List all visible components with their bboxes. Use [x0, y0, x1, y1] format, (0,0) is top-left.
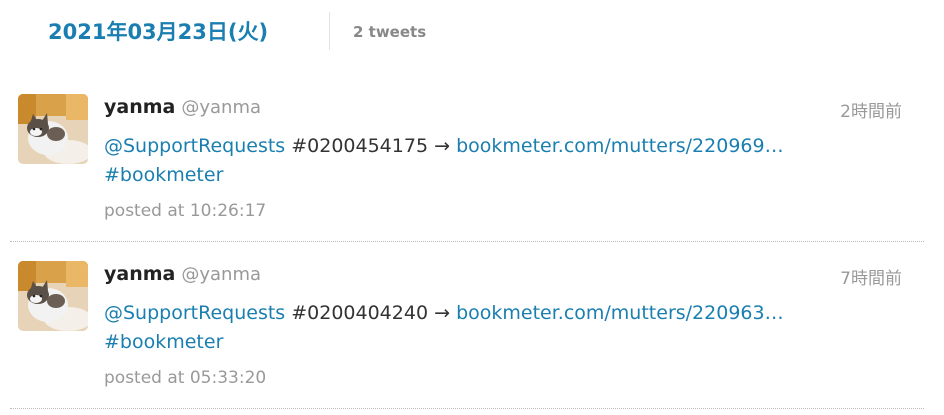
arrow-text: → — [434, 302, 451, 324]
tweet-item: yanma @yanma 7時間前 @SupportRequests #02004… — [10, 259, 924, 409]
tweet-item: yanma @yanma 2時間前 @SupportRequests #02004… — [10, 92, 924, 242]
cat-avatar-icon[interactable] — [18, 261, 88, 331]
screen-name[interactable]: @yanma — [181, 264, 261, 285]
day-date-link[interactable]: 2021年03月23日(火) — [48, 16, 268, 46]
relative-time-link[interactable]: 7時間前 — [840, 264, 902, 289]
request-number: #0200454175 — [291, 135, 429, 157]
tweet-author: yanma @yanma — [104, 96, 261, 118]
posted-time: posted at 10:26:17 — [104, 201, 267, 221]
hashtag-link[interactable]: #bookmeter — [104, 164, 223, 186]
tweet-divider — [10, 241, 924, 242]
user-name[interactable]: yanma — [104, 96, 175, 118]
tweet-divider — [10, 408, 924, 409]
posted-time: posted at 05:33:20 — [104, 368, 267, 388]
tweet-body-line: #bookmeter — [104, 330, 223, 354]
screen-name[interactable]: @yanma — [181, 97, 261, 118]
user-name[interactable]: yanma — [104, 263, 175, 285]
tweet-author: yanma @yanma — [104, 263, 261, 285]
tweet-body-line: @SupportRequests #0200404240 → bookmeter… — [104, 301, 784, 325]
mention-link[interactable]: @SupportRequests — [104, 302, 285, 324]
relative-time-link[interactable]: 2時間前 — [840, 97, 902, 122]
day-header: 2021年03月23日(火) 2 tweets — [0, 0, 944, 64]
tweet-count: 2 tweets — [353, 23, 427, 41]
tweet-body-line: #bookmeter — [104, 163, 223, 187]
cat-avatar-icon[interactable] — [18, 94, 88, 164]
request-number: #0200404240 — [291, 302, 429, 324]
url-link[interactable]: bookmeter.com/mutters/220969… — [456, 135, 784, 157]
arrow-text: → — [434, 135, 451, 157]
mention-link[interactable]: @SupportRequests — [104, 135, 285, 157]
hashtag-link[interactable]: #bookmeter — [104, 331, 223, 353]
header-divider — [329, 12, 330, 50]
url-link[interactable]: bookmeter.com/mutters/220963… — [456, 302, 784, 324]
tweet-body-line: @SupportRequests #0200454175 → bookmeter… — [104, 134, 784, 158]
